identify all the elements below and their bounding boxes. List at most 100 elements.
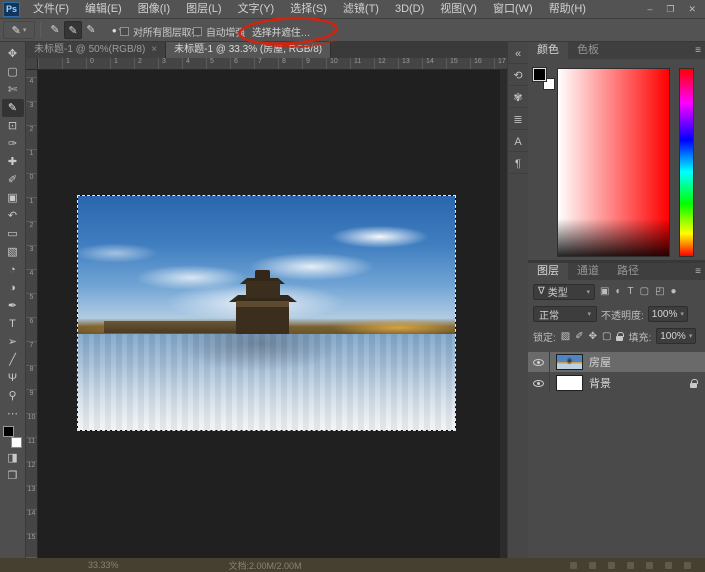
fill-value-box[interactable]: 100% ▾ <box>656 328 696 344</box>
quick-selection-tool[interactable]: ✎ <box>2 99 24 117</box>
menu-item[interactable]: 滤镜(T) <box>336 0 386 18</box>
quick-mask-button[interactable]: ◨ <box>2 449 24 467</box>
move-tool[interactable]: ✥ <box>2 45 24 63</box>
menu-item[interactable]: 图像(I) <box>131 0 177 18</box>
sample-all-layers-checkbox[interactable] <box>120 27 129 36</box>
properties-panel-icon[interactable]: ≣ <box>509 110 528 130</box>
panel-menu-icon[interactable]: ≡ <box>695 263 701 280</box>
lock-image-pixels-icon[interactable]: ✐ <box>575 331 583 342</box>
eyedropper-tool[interactable]: ✑ <box>2 135 24 153</box>
menu-item[interactable]: 文件(F) <box>26 0 76 18</box>
layer-thumbnail[interactable] <box>556 354 583 370</box>
history-brush-tool[interactable]: ↶ <box>2 207 24 225</box>
kind-shape-layer-icon[interactable]: ▢ <box>640 286 649 297</box>
dodge-tool[interactable]: ◑ <box>2 279 24 297</box>
new-selection-mode-button[interactable]: ✎ <box>46 21 64 39</box>
close-tab-icon[interactable]: × <box>151 44 157 55</box>
line-tool[interactable]: ╱ <box>2 351 24 369</box>
ruler-number: 5 <box>210 58 234 65</box>
layer-name: 背景 <box>589 375 611 391</box>
blend-mode-select[interactable]: 正常 ▾ <box>533 306 597 322</box>
tab-swatches[interactable]: 色板 <box>568 42 608 59</box>
visibility-cell[interactable] <box>528 352 550 372</box>
path-select-tool[interactable]: ➢ <box>2 333 24 351</box>
add-to-selection-mode-button[interactable]: ✎ <box>64 21 82 39</box>
sample-all-layers-label: 对所有图层取样 <box>133 24 201 39</box>
kind-adjustment-layer-icon[interactable]: ◐ <box>615 286 621 297</box>
ruler-number: 9 <box>26 390 37 414</box>
canvas-area[interactable] <box>38 70 507 558</box>
lasso-tool[interactable]: ✄ <box>2 81 24 99</box>
foreground-color-swatch[interactable] <box>3 426 14 437</box>
menu-item[interactable]: 窗口(W) <box>486 0 540 18</box>
paragraph-panel-icon[interactable]: ¶ <box>509 154 528 174</box>
kind-type-layer-icon[interactable]: T <box>628 286 634 297</box>
subtract-from-selection-mode-button[interactable]: ✎ <box>82 21 100 39</box>
document-image[interactable] <box>78 196 455 430</box>
collapse-panels-icon[interactable]: « <box>509 44 528 64</box>
healing-brush-tool[interactable]: ✚ <box>2 153 24 171</box>
screen-mode-button[interactable]: ❐ <box>2 467 24 485</box>
layer-thumbnail[interactable] <box>556 375 583 391</box>
gradient-tool[interactable]: ▧ <box>2 243 24 261</box>
opacity-value-box[interactable]: 100% ▾ <box>648 306 688 322</box>
layer-row-background[interactable]: 背景 <box>528 373 705 393</box>
color-panel-swatches[interactable] <box>533 68 555 90</box>
tab-color[interactable]: 颜色 <box>528 42 568 59</box>
kind-pixel-layer-icon[interactable]: ▣ <box>600 286 609 297</box>
crop-tool[interactable]: ⊡ <box>2 117 24 135</box>
vertical-scrollbar[interactable] <box>500 70 507 558</box>
menu-item[interactable]: 视图(V) <box>433 0 484 18</box>
eraser-tool[interactable]: ▭ <box>2 225 24 243</box>
tab-channels[interactable]: 通道 <box>568 263 608 280</box>
menu-item[interactable]: 选择(S) <box>283 0 334 18</box>
zoom-tool[interactable]: ⚲ <box>2 387 24 405</box>
saturation-brightness-picker[interactable] <box>557 68 670 257</box>
photo-tower-top <box>255 270 270 279</box>
document-tab-untitled1[interactable]: 未标题-1 @ 50%(RGB/8)× <box>26 42 166 58</box>
type-tool[interactable]: T <box>2 315 24 333</box>
close-button[interactable]: ✕ <box>681 0 703 18</box>
edit-toolbar-button[interactable]: ⋯ <box>2 405 24 423</box>
tab-paths[interactable]: 路径 <box>608 263 648 280</box>
character-panel-icon[interactable]: A <box>509 132 528 152</box>
panel-menu-icon[interactable]: ≡ <box>695 42 701 59</box>
pen-tool[interactable]: ✒ <box>2 297 24 315</box>
layer-row-house[interactable]: 房屋 <box>528 352 705 372</box>
history-panel-icon[interactable]: ⟲ <box>509 66 528 86</box>
clone-stamp-tool[interactable]: ▣ <box>2 189 24 207</box>
lock-transparent-pixels-icon[interactable]: ▨ <box>561 331 570 342</box>
select-and-mask-button[interactable]: 选择并遮住… <box>252 24 310 39</box>
menu-item[interactable]: 文字(Y) <box>231 0 282 18</box>
zoom-level-field[interactable]: 33.33% <box>88 560 119 570</box>
minimize-button[interactable]: – <box>640 0 659 18</box>
restore-button[interactable]: ❐ <box>659 0 681 18</box>
active-tool-preview[interactable]: ✎ ▾ <box>3 21 35 39</box>
lock-position-icon[interactable]: ✥ <box>589 331 597 342</box>
foreground-background-swatches[interactable] <box>2 425 24 449</box>
ruler-number: 7 <box>258 58 282 65</box>
tab-layers[interactable]: 图层 <box>528 263 568 280</box>
blur-tool[interactable]: ◔ <box>2 261 24 279</box>
kind-smart-object-icon[interactable]: ◰ <box>655 286 664 297</box>
adjustments-panel-icon[interactable]: ✾ <box>509 88 528 108</box>
layer-filter-kind-select[interactable]: ∇ 类型 ▾ <box>533 284 595 300</box>
kind-filter-toggle-icon[interactable]: ● <box>671 286 677 297</box>
photoshop-logo[interactable]: Ps <box>3 2 20 17</box>
brush-tool[interactable]: ✐ <box>2 171 24 189</box>
layer-name: 房屋 <box>589 354 611 370</box>
background-color-swatch[interactable] <box>11 437 22 448</box>
lock-all-icon[interactable] <box>616 336 623 341</box>
foreground-color-swatch[interactable] <box>533 68 546 81</box>
hue-slider[interactable] <box>679 68 694 257</box>
document-tab-untitled1-active[interactable]: 未标题-1 @ 33.3% (房屋, RGB/8) <box>166 42 331 58</box>
lock-artboard-icon[interactable]: ▢ <box>602 331 611 342</box>
marquee-tool[interactable]: ▢ <box>2 63 24 81</box>
visibility-cell[interactable] <box>528 373 550 393</box>
menu-item[interactable]: 帮助(H) <box>542 0 593 18</box>
auto-enhance-checkbox[interactable] <box>193 27 202 36</box>
menu-item[interactable]: 图层(L) <box>179 0 228 18</box>
menu-item[interactable]: 3D(D) <box>388 0 431 18</box>
menu-item[interactable]: 编辑(E) <box>78 0 129 18</box>
hand-tool[interactable]: Ψ <box>2 369 24 387</box>
